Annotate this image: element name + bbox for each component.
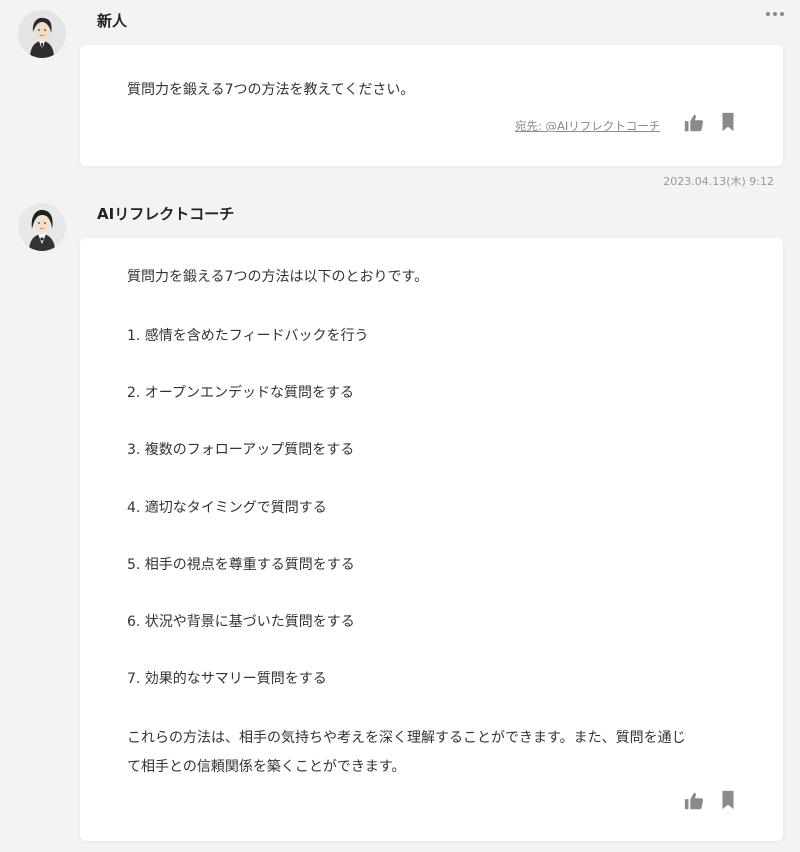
thumbs-up-icon[interactable] — [683, 790, 705, 812]
addressee-link[interactable]: 宛先: @AIリフレクトコーチ — [515, 118, 660, 134]
list-item: 7. 効果的なサマリー質問をする — [127, 671, 327, 687]
list-item: 2. オープンエンデッドな質問をする — [127, 385, 354, 401]
message-closing-line: て相手との信頼関係を築くことができます。 — [127, 759, 406, 775]
message-card: 質問力を鍛える7つの方法は以下のとおりです。 1. 感情を含めたフィードバックを… — [80, 238, 783, 841]
message-text: 質問力を鍛える7つの方法を教えてください。 — [127, 82, 415, 98]
avatar-image — [18, 10, 66, 58]
list-item: 6. 状況や背景に基づいた質問をする — [127, 614, 355, 630]
more-icon[interactable] — [766, 12, 784, 16]
message-card: 質問力を鍛える7つの方法を教えてください。 宛先: @AIリフレクトコーチ — [80, 45, 783, 166]
sender-name: AIリフレクトコーチ — [97, 205, 235, 223]
message-timestamp: 2023.04.13(木) 9:12 — [663, 175, 774, 188]
list-item: 5. 相手の視点を尊重する質問をする — [127, 557, 355, 573]
bookmark-icon[interactable] — [717, 789, 739, 811]
list-item: 4. 適切なタイミングで質問する — [127, 500, 327, 516]
avatar[interactable] — [18, 10, 66, 58]
avatar[interactable] — [18, 203, 66, 251]
message-intro: 質問力を鍛える7つの方法は以下のとおりです。 — [127, 269, 429, 285]
thumbs-up-icon[interactable] — [683, 112, 705, 134]
avatar-image — [18, 203, 66, 251]
list-item: 3. 複数のフォローアップ質問をする — [127, 442, 355, 458]
sender-name: 新人 — [97, 12, 128, 30]
bookmark-icon[interactable] — [717, 111, 739, 133]
message-closing-line: これらの方法は、相手の気持ちや考えを深く理解することができます。また、質問を通じ — [127, 730, 686, 746]
list-item: 1. 感情を含めたフィードバックを行う — [127, 328, 369, 344]
